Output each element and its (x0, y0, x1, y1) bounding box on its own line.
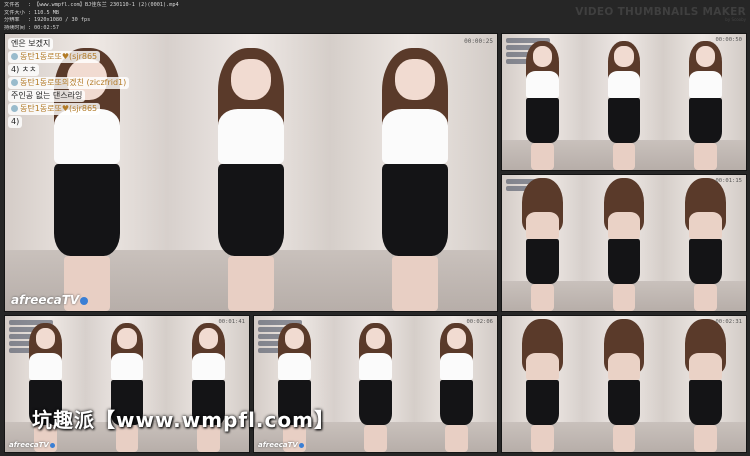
info-value: 1920x1080 / 30 fps (34, 17, 91, 24)
brand-header: VIDEO THUMBNAILS MAKER by Scooby (575, 6, 746, 22)
timecode: 00:01:41 (218, 319, 246, 325)
info-key: 分辨率 (4, 17, 20, 24)
chat-line: 엔은 보겠지 (8, 38, 54, 50)
afreecatv-logo: afreecaTV (258, 441, 304, 449)
thumbnail-main[interactable]: 00:00:25 엔은 보겠지 동탄1동로또♥(sjr865 4) ㅊㅊ 동탄1… (4, 33, 498, 312)
brand-title: VIDEO THUMBNAILS MAKER (575, 6, 746, 18)
figure (169, 34, 333, 311)
info-value: 【www.wmpfl.com】BJ佳东兰 230110-1 (2)(0001).… (34, 2, 179, 8)
timecode: 00:00:50 (715, 37, 743, 43)
timecode: 00:01:15 (715, 178, 743, 184)
chat-line: 동탄1동로또♥(sjr865 (8, 51, 101, 63)
chat-line: 동탄1동로또의겠친 (ziczfrid1) (8, 77, 130, 89)
timecode: 00:00:25 (464, 38, 493, 45)
chat-line: 주인공 없는 댄스라잉 (8, 90, 86, 102)
chat-line: 4) ㅊㅊ (8, 64, 40, 76)
figure (333, 34, 497, 311)
chat-line: 동탄1동로또♥(sjr865 (8, 103, 101, 115)
thumbnail-6[interactable]: 00:02:31 (501, 315, 747, 453)
thumbnail-3[interactable]: 00:01:15 (501, 174, 747, 312)
timecode: 00:02:06 (466, 319, 494, 325)
afreecatv-logo: afreecaTV (9, 441, 55, 449)
chat-overlay: 엔은 보겠지 동탄1동로또♥(sjr865 4) ㅊㅊ 동탄1동로또의겠친 (z… (8, 38, 130, 129)
info-key: 文件名 (4, 2, 20, 8)
afreecatv-logo: afreecaTV (11, 293, 89, 307)
info-value: 110.5 MB (34, 9, 59, 16)
chat-line: 4) (8, 116, 23, 128)
watermark-text: 坑趣派【www.wmpfl.com】 (32, 408, 335, 432)
thumbnail-2[interactable]: 00:00:50 (501, 33, 747, 171)
file-info: 文件名: 【www.wmpfl.com】BJ佳东兰 230110-1 (2)(00… (4, 2, 179, 31)
timecode: 00:02:31 (715, 319, 743, 325)
info-key: 文件大小 (4, 9, 25, 16)
info-value: 00:02:57 (34, 24, 59, 31)
info-key: 持续时间 (4, 24, 25, 31)
